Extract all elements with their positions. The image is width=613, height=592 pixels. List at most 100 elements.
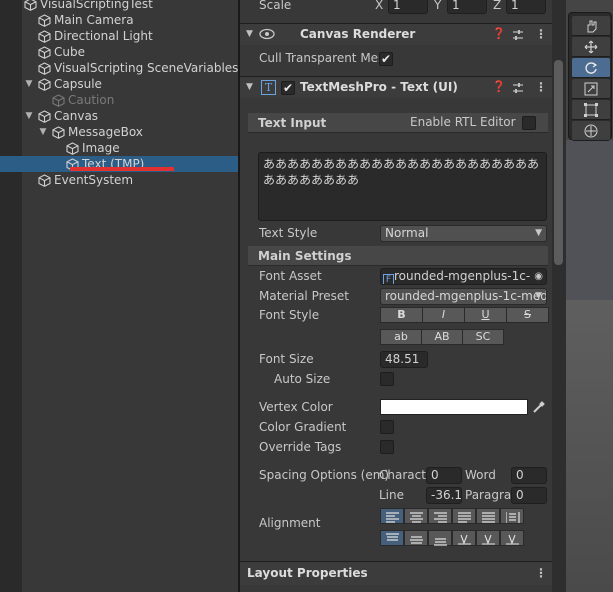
hierarchy-item-label: Caution xyxy=(68,93,115,107)
character-spacing-field[interactable]: 0 xyxy=(426,467,462,484)
expand-arrow-icon[interactable]: ▼ xyxy=(246,29,253,39)
hierarchy-item[interactable]: Directional Light xyxy=(0,28,238,44)
hierarchy-item[interactable]: ▼ Canvas xyxy=(0,108,238,124)
scale-icon xyxy=(584,82,598,96)
color-gradient-checkbox[interactable] xyxy=(380,420,394,434)
scale-x-field[interactable]: 1 xyxy=(388,0,428,14)
hand-tool-button[interactable] xyxy=(572,16,610,36)
expand-arrow-icon[interactable]: ▼ xyxy=(246,82,253,92)
scene-sky xyxy=(566,140,613,300)
font-size-field[interactable]: 48.51 xyxy=(380,351,428,368)
sliders-icon[interactable] xyxy=(512,29,524,41)
scale-tool-button[interactable] xyxy=(572,79,610,99)
canvas-renderer-header[interactable]: ▼ Canvas Renderer ❓ ⋮ xyxy=(240,23,552,45)
tmp-enabled-checkbox[interactable]: ✔ xyxy=(281,81,295,95)
sliders-icon[interactable] xyxy=(512,82,524,94)
align-justified-button[interactable] xyxy=(452,508,476,524)
expand-arrow-icon[interactable]: ▼ xyxy=(24,76,34,92)
align-top-button[interactable] xyxy=(380,530,404,546)
scale-x-label: X xyxy=(375,0,384,12)
align-right-button[interactable] xyxy=(428,508,452,524)
gameobject-cube-icon xyxy=(38,30,51,43)
vertex-color-swatch[interactable] xyxy=(380,399,528,415)
scale-label: Scale xyxy=(259,0,292,12)
align-baseline-button[interactable] xyxy=(452,530,476,546)
gameobject-cube-icon xyxy=(38,14,51,27)
tmp-component-header[interactable]: ▼ T ✔ TextMeshPro - Text (UI) ❓ ⋮ xyxy=(240,76,552,98)
inspector-scrollbar-thumb[interactable] xyxy=(554,60,563,265)
hierarchy-item[interactable]: Main Camera xyxy=(0,12,238,28)
rect-transform-icon xyxy=(584,103,598,117)
font-style-case-button[interactable]: AB xyxy=(421,329,463,345)
hierarchy-item[interactable]: VisualScripting SceneVariables xyxy=(0,60,238,76)
hierarchy-item-label: Directional Light xyxy=(54,29,153,43)
align-midline-button[interactable] xyxy=(476,530,500,546)
cull-transparent-label: Cull Transparent Mes xyxy=(259,51,385,65)
eyedropper-icon[interactable] xyxy=(532,400,546,414)
text-input-area[interactable]: あああああああああああああああああああああああああああああああ xyxy=(258,152,547,221)
word-spacing-field[interactable]: 0 xyxy=(511,467,547,484)
layout-properties-header[interactable]: Layout Properties ⋮ xyxy=(240,561,552,585)
font-style-case-button[interactable]: SC xyxy=(462,329,504,345)
move-tool-button[interactable] xyxy=(572,37,610,57)
hierarchy-item-label: MessageBox xyxy=(68,125,143,139)
scale-z-field[interactable]: 1 xyxy=(506,0,546,14)
align-center-button[interactable] xyxy=(404,508,428,524)
question-icon[interactable]: ❓ xyxy=(492,27,506,40)
text-style-label: Text Style xyxy=(259,226,318,240)
kebab-menu-icon[interactable]: ⋮ xyxy=(535,27,547,41)
align-flush-button[interactable] xyxy=(476,508,500,524)
hierarchy-item[interactable]: Cube xyxy=(0,44,238,60)
transform-tool-button[interactable] xyxy=(572,121,610,141)
kebab-menu-icon[interactable]: ⋮ xyxy=(535,80,547,94)
hierarchy-item[interactable]: ▼ Capsule xyxy=(0,76,238,92)
expand-arrow-icon[interactable]: ▼ xyxy=(24,108,34,124)
rotate-tool-button[interactable] xyxy=(572,58,610,78)
line-spacing-field[interactable]: -36.1 xyxy=(426,487,462,504)
font-style-button[interactable]: B xyxy=(380,307,423,323)
hierarchy-item-label: Cube xyxy=(54,45,85,59)
canvas-renderer-title: Canvas Renderer xyxy=(300,27,416,41)
hierarchy-item[interactable]: Image xyxy=(0,140,238,156)
red-underline-annotation xyxy=(70,167,174,171)
hierarchy-item-label: VisualScriptingTest xyxy=(40,0,153,11)
inspector-panel: Scale X 1 Y 1 Z 1 ▼ Canvas Renderer ❓ ⋮ … xyxy=(240,0,552,592)
hierarchy-item-label: Main Camera xyxy=(54,13,134,27)
spacing-options-label: Spacing Options (em) xyxy=(259,468,390,482)
cull-transparent-checkbox[interactable]: ✔ xyxy=(379,52,393,66)
hierarchy-item-label: Image xyxy=(82,141,120,155)
font-style-case-button[interactable]: ab xyxy=(380,329,422,345)
enable-rtl-checkbox[interactable] xyxy=(522,116,536,130)
enable-rtl-label: Enable RTL Editor xyxy=(410,115,516,129)
font-style-button[interactable]: U xyxy=(464,307,507,323)
material-preset-label: Material Preset xyxy=(259,289,349,303)
checkmark-icon: ✔ xyxy=(381,52,392,66)
override-tags-checkbox[interactable] xyxy=(380,440,394,454)
align-left-button[interactable] xyxy=(380,508,404,524)
question-icon[interactable]: ❓ xyxy=(492,80,506,93)
text-style-dropdown[interactable]: Normal ▼ xyxy=(380,225,547,242)
expand-arrow-icon[interactable]: ▼ xyxy=(38,124,48,140)
font-style-button[interactable]: I xyxy=(422,307,465,323)
hierarchy-item[interactable]: Caution xyxy=(0,92,238,108)
auto-size-checkbox[interactable] xyxy=(380,372,394,386)
scale-y-field[interactable]: 1 xyxy=(447,0,487,14)
object-picker-icon[interactable]: ◉ xyxy=(534,269,543,284)
material-preset-dropdown[interactable]: rounded-mgenplus-1c-medi ▼ xyxy=(380,288,547,305)
hierarchy-item[interactable]: EventSystem xyxy=(0,172,238,188)
hierarchy-item-label: Canvas xyxy=(54,109,99,123)
chevron-down-icon: ▼ xyxy=(535,291,542,301)
hierarchy-item[interactable]: ▼ MessageBox xyxy=(0,124,238,140)
font-asset-field[interactable]: Frounded-mgenplus-1c- ◉ xyxy=(380,268,547,285)
align-geometry-center-button[interactable] xyxy=(500,508,524,524)
align-capline-button[interactable] xyxy=(500,530,524,546)
paragraph-spacing-field[interactable]: 0 xyxy=(511,487,547,504)
text-input-label: Text Input xyxy=(258,116,327,130)
align-right-icon xyxy=(434,512,447,523)
rect-tool-button[interactable] xyxy=(572,100,610,120)
kebab-menu-icon[interactable]: ⋮ xyxy=(535,566,547,580)
align-middle-button[interactable] xyxy=(404,530,428,546)
font-style-button[interactable]: S xyxy=(506,307,549,323)
hierarchy-item[interactable]: VisualScriptingTest xyxy=(0,0,238,12)
align-bottom-button[interactable] xyxy=(428,530,452,546)
